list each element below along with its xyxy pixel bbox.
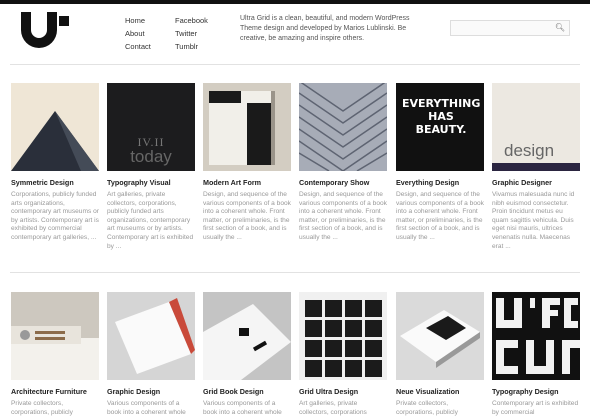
post-excerpt: Various components of a book into a cohe… <box>203 400 282 416</box>
nav-main: Home About Contact <box>125 14 151 53</box>
site-description: Ultra Grid is a clean, beautiful, and mo… <box>240 15 410 42</box>
post-thumbnail[interactable] <box>299 83 387 171</box>
furniture-photo <box>11 292 99 380</box>
post-title[interactable]: Symmetric Design <box>11 178 99 187</box>
post-title[interactable]: Modern Art Form <box>203 178 291 187</box>
thumb-text: EVERYTHING HAS BEAUTY. <box>402 97 481 136</box>
row-divider <box>10 272 580 273</box>
post-card[interactable]: Modern Art Form Design, and sequence of … <box>203 83 291 243</box>
post-card[interactable]: Graphic Design Various components of a b… <box>107 292 195 417</box>
post-card[interactable]: Typography Design Contemporary art is ex… <box>492 292 580 417</box>
post-card[interactable]: Contemporary Show Design, and sequence o… <box>299 83 387 243</box>
post-title[interactable]: Typography Design <box>492 387 580 396</box>
nav-home-link[interactable]: Home <box>125 14 151 27</box>
post-title[interactable]: Contemporary Show <box>299 178 387 187</box>
post-thumbnail[interactable] <box>299 292 387 380</box>
post-thumbnail[interactable]: EVERYTHING HAS BEAUTY. <box>396 83 484 171</box>
post-card[interactable]: Architecture Furniture Private collector… <box>11 292 99 417</box>
post-card[interactable]: Neue Visualization Private collectors, c… <box>396 292 484 417</box>
post-title[interactable]: Graphic Designer <box>492 178 580 187</box>
neue-book <box>396 292 484 380</box>
grid-book <box>203 292 291 380</box>
nav-tumblr-link[interactable]: Tumblr <box>175 40 208 53</box>
post-card[interactable]: Grid Book Design Various components of a… <box>203 292 291 417</box>
post-excerpt: Design, and sequence of the various comp… <box>299 191 387 241</box>
thumb-text: today <box>130 147 172 166</box>
header-divider <box>10 64 580 65</box>
post-card[interactable]: EVERYTHING HAS BEAUTY. Everything Design… <box>396 83 484 243</box>
search-icon[interactable]: 🔍︎ <box>555 23 565 32</box>
symmetric-art <box>11 83 99 171</box>
post-excerpt: Design, and sequence of the various comp… <box>203 191 291 241</box>
nav-about-link[interactable]: About <box>125 27 151 40</box>
post-excerpt: Art galleries, private collectors, corpo… <box>299 400 367 416</box>
nav-twitter-link[interactable]: Twitter <box>175 27 208 40</box>
post-thumbnail[interactable] <box>107 292 195 380</box>
post-title[interactable]: Grid Ultra Design <box>299 387 387 396</box>
post-title[interactable]: Graphic Design <box>107 387 195 396</box>
post-title[interactable]: Typography Visual <box>107 178 195 187</box>
post-excerpt: Contemporary art is exhibited by commerc… <box>492 400 579 416</box>
post-card[interactable]: Grid Ultra Design Art galleries, private… <box>299 292 387 417</box>
post-title[interactable]: Neue Visualization <box>396 387 484 396</box>
post-card[interactable]: IV.II today Typography Visual Art galler… <box>107 83 195 251</box>
graphic-book <box>107 292 195 380</box>
contemporary-pattern <box>299 83 387 171</box>
thumb-stripe <box>492 163 580 171</box>
post-excerpt: Art galleries, private collectors, corpo… <box>107 191 194 250</box>
post-title[interactable]: Grid Book Design <box>203 387 291 396</box>
search-input[interactable]: 🔍︎ <box>450 20 570 36</box>
post-thumbnail[interactable] <box>203 83 291 171</box>
post-thumbnail[interactable] <box>396 292 484 380</box>
post-card[interactable]: design Graphic Designer Vivamus malesuad… <box>492 83 580 251</box>
post-excerpt: Corporations, publicly funded arts organ… <box>11 191 99 241</box>
nav-contact-link[interactable]: Contact <box>125 40 151 53</box>
post-thumbnail[interactable] <box>11 292 99 380</box>
post-thumbnail[interactable] <box>203 292 291 380</box>
post-thumbnail[interactable] <box>492 292 580 380</box>
nav-facebook-link[interactable]: Facebook <box>175 14 208 27</box>
post-excerpt: Various components of a book into a cohe… <box>107 400 186 416</box>
thumb-text: design <box>504 141 555 160</box>
post-thumbnail[interactable] <box>11 83 99 171</box>
post-card[interactable]: Symmetric Design Corporations, publicly … <box>11 83 99 243</box>
post-excerpt: Design, and sequence of the various comp… <box>396 191 484 241</box>
post-title[interactable]: Everything Design <box>396 178 484 187</box>
nav-social: Facebook Twitter Tumblr <box>175 14 208 53</box>
typography-letters <box>492 292 580 380</box>
post-excerpt: Private collectors, corporations, public… <box>396 400 458 416</box>
post-excerpt: Private collectors, corporations, public… <box>11 400 73 416</box>
top-bar <box>0 0 590 4</box>
site-logo[interactable] <box>21 12 71 48</box>
post-thumbnail[interactable]: IV.II today <box>107 83 195 171</box>
post-excerpt: Vivamus malesuada nunc id nibh euismod c… <box>492 191 575 250</box>
post-title[interactable]: Architecture Furniture <box>11 387 99 396</box>
post-thumbnail[interactable]: design <box>492 83 580 171</box>
modern-art-book <box>203 83 291 171</box>
grid-ultra-cubes <box>299 292 387 380</box>
